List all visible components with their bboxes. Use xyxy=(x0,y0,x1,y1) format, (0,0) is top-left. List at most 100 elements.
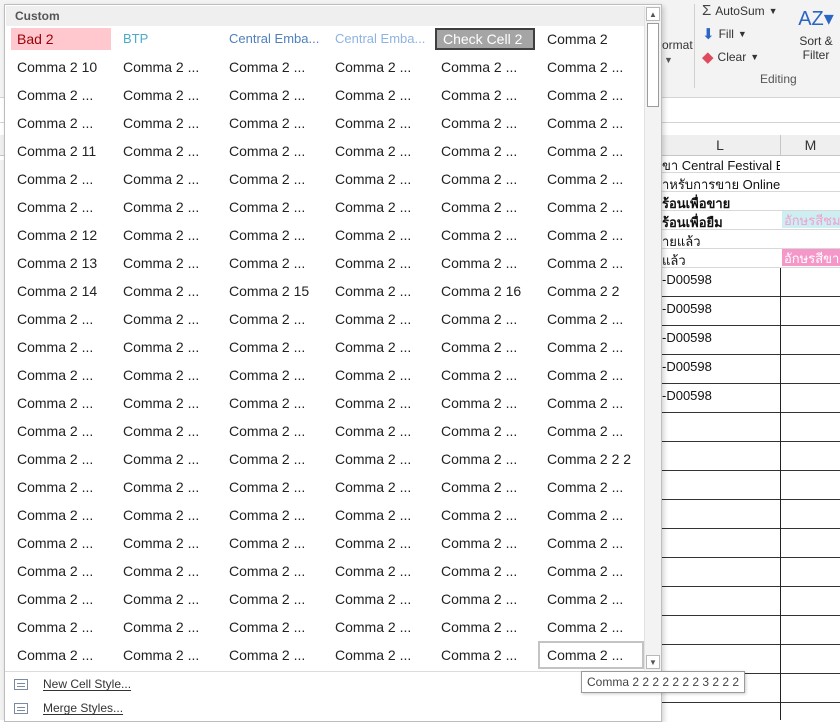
style-cell[interactable]: Comma 2 13 xyxy=(11,252,111,274)
style-cell[interactable]: Comma 2 ... xyxy=(11,476,111,498)
style-cell[interactable]: Comma 2 ... xyxy=(223,476,323,498)
style-cell[interactable]: Comma 2 ... xyxy=(11,84,111,106)
style-cell[interactable]: Comma 2 ... xyxy=(329,476,429,498)
style-cell[interactable]: Comma 2 ... xyxy=(223,616,323,638)
style-cell[interactable]: Comma 2 12 xyxy=(11,224,111,246)
style-cell[interactable]: Comma 2 ... xyxy=(435,476,535,498)
style-cell[interactable]: Comma 2 ... xyxy=(11,168,111,190)
style-cell[interactable]: Comma 2 2 2 xyxy=(541,448,641,470)
style-cell[interactable]: Comma 2 ... xyxy=(117,168,217,190)
style-cell[interactable]: Comma 2 ... xyxy=(11,644,111,666)
style-cell[interactable]: Comma 2 2 xyxy=(541,280,641,302)
style-cell[interactable]: Comma 2 ... xyxy=(329,224,429,246)
style-cell[interactable]: Comma 2 ... xyxy=(435,84,535,106)
style-cell[interactable]: Comma 2 ... xyxy=(541,336,641,358)
style-cell[interactable]: Comma 2 ... xyxy=(541,392,641,414)
style-cell[interactable]: Comma 2 ... xyxy=(223,504,323,526)
sheet-cell-m[interactable]: อักษรสีขา xyxy=(782,248,840,266)
style-cell[interactable]: Comma 2 ... xyxy=(435,560,535,582)
style-cell[interactable]: Comma 2 ... xyxy=(223,196,323,218)
style-central-emba-2[interactable]: Central Emba... xyxy=(329,28,429,50)
style-central-emba-1[interactable]: Central Emba... xyxy=(223,28,323,50)
style-cell[interactable]: Comma 2 ... xyxy=(435,196,535,218)
style-cell[interactable]: Comma 2 ... xyxy=(117,112,217,134)
style-cell[interactable]: Comma 2 11 xyxy=(11,140,111,162)
style-cell[interactable]: Comma 2 ... xyxy=(117,476,217,498)
style-cell[interactable]: Comma 2 ... xyxy=(117,56,217,78)
style-check-cell-2[interactable]: Check Cell 2 xyxy=(435,28,535,50)
style-cell[interactable]: Comma 2 ... xyxy=(117,280,217,302)
style-cell[interactable]: Comma 2 ... xyxy=(329,560,429,582)
style-cell[interactable]: Comma 2 ... xyxy=(541,196,641,218)
style-cell[interactable]: Comma 2 ... xyxy=(117,364,217,386)
style-cell[interactable]: Comma 2 ... xyxy=(11,532,111,554)
style-cell[interactable]: Comma 2 ... xyxy=(117,392,217,414)
style-cell[interactable]: Comma 2 ... xyxy=(223,532,323,554)
sort-filter-button[interactable]: AZ▾ Sort & Filter xyxy=(792,4,840,62)
style-cell[interactable]: Comma 2 ... xyxy=(223,392,323,414)
style-cell[interactable]: Comma 2 ... xyxy=(11,308,111,330)
style-cell[interactable]: Comma 2 ... xyxy=(329,252,429,274)
style-cell[interactable]: Comma 2 ... xyxy=(11,560,111,582)
style-cell[interactable]: Comma 2 ... xyxy=(329,364,429,386)
gallery-scrollbar[interactable]: ▲ ▼ xyxy=(644,6,661,670)
style-cell[interactable]: Comma 2 ... xyxy=(329,56,429,78)
style-cell[interactable]: Comma 2 ... xyxy=(117,504,217,526)
style-cell[interactable]: Comma 2 ... xyxy=(117,448,217,470)
style-cell[interactable]: Comma 2 ... xyxy=(541,476,641,498)
style-cell[interactable]: Comma 2 ... xyxy=(435,224,535,246)
style-cell[interactable]: Comma 2 ... xyxy=(117,588,217,610)
style-cell[interactable]: Comma 2 ... xyxy=(117,196,217,218)
style-cell[interactable]: Comma 2 ... xyxy=(329,448,429,470)
style-cell[interactable]: Comma 2 ... xyxy=(435,336,535,358)
new-cell-style-item[interactable]: New Cell Style... xyxy=(9,673,649,695)
style-cell[interactable]: Comma 2 ... xyxy=(435,168,535,190)
style-cell[interactable]: Comma 2 ... xyxy=(117,532,217,554)
format-button[interactable]: ormat xyxy=(662,38,693,52)
style-cell[interactable]: Comma 2 ... xyxy=(541,140,641,162)
style-cell[interactable]: Comma 2 ... xyxy=(435,644,535,666)
style-cell[interactable]: Comma 2 ... xyxy=(11,448,111,470)
style-cell[interactable]: Comma 2 ... xyxy=(435,448,535,470)
style-cell[interactable]: Comma 2 ... xyxy=(329,140,429,162)
style-cell[interactable]: Comma 2 ... xyxy=(223,84,323,106)
style-btp[interactable]: BTP xyxy=(117,28,217,50)
style-cell[interactable]: Comma 2 ... xyxy=(223,364,323,386)
style-cell[interactable]: Comma 2 ... xyxy=(541,112,641,134)
scrollbar-thumb[interactable] xyxy=(647,23,659,107)
sheet-cell-l[interactable]: -D00598 xyxy=(662,388,780,403)
style-cell[interactable]: Comma 2 ... xyxy=(11,196,111,218)
style-cell[interactable]: Comma 2 ... xyxy=(117,308,217,330)
style-cell[interactable]: Comma 2 ... xyxy=(329,532,429,554)
sheet-cell-l[interactable]: -D00598 xyxy=(662,330,780,345)
style-cell[interactable]: Comma 2 ... xyxy=(223,112,323,134)
style-cell[interactable]: Comma 2 ... xyxy=(329,420,429,442)
style-cell[interactable]: Comma 2 ... xyxy=(117,84,217,106)
sheet-cell-l[interactable]: -D00598 xyxy=(662,359,780,374)
style-cell[interactable]: Comma 2 ... xyxy=(435,532,535,554)
style-cell[interactable]: Comma 2 ... xyxy=(329,280,429,302)
style-cell[interactable]: Comma 2 14 xyxy=(11,280,111,302)
style-cell[interactable]: Comma 2 ... xyxy=(223,252,323,274)
style-cell[interactable]: Comma 2 ... xyxy=(435,504,535,526)
merge-styles-item[interactable]: Merge Styles... xyxy=(9,697,649,719)
style-bad-2[interactable]: Bad 2 xyxy=(11,28,111,50)
style-cell[interactable]: Comma 2 ... xyxy=(541,532,641,554)
sheet-cell-m[interactable]: อักษรสีชม xyxy=(782,210,840,228)
style-cell[interactable]: Comma 2 ... xyxy=(435,252,535,274)
style-cell[interactable]: Comma 2 ... xyxy=(435,56,535,78)
style-cell[interactable]: Comma 2 ... xyxy=(435,616,535,638)
style-cell[interactable]: Comma 2 ... xyxy=(223,420,323,442)
style-cell[interactable]: Comma 2 ... xyxy=(117,140,217,162)
style-cell[interactable]: Comma 2 ... xyxy=(223,448,323,470)
style-cell[interactable]: Comma 2 16 xyxy=(435,280,535,302)
style-cell[interactable]: Comma 2 ... xyxy=(223,168,323,190)
style-cell[interactable]: Comma 2 ... xyxy=(329,336,429,358)
style-cell[interactable]: Comma 2 ... xyxy=(11,616,111,638)
style-cell[interactable]: Comma 2 ... xyxy=(329,84,429,106)
style-cell[interactable]: Comma 2 ... xyxy=(541,364,641,386)
style-cell[interactable]: Comma 2 15 xyxy=(223,280,323,302)
style-cell[interactable]: Comma 2 ... xyxy=(117,224,217,246)
style-cell[interactable]: Comma 2 ... xyxy=(435,112,535,134)
style-cell[interactable]: Comma 2 ... xyxy=(117,336,217,358)
